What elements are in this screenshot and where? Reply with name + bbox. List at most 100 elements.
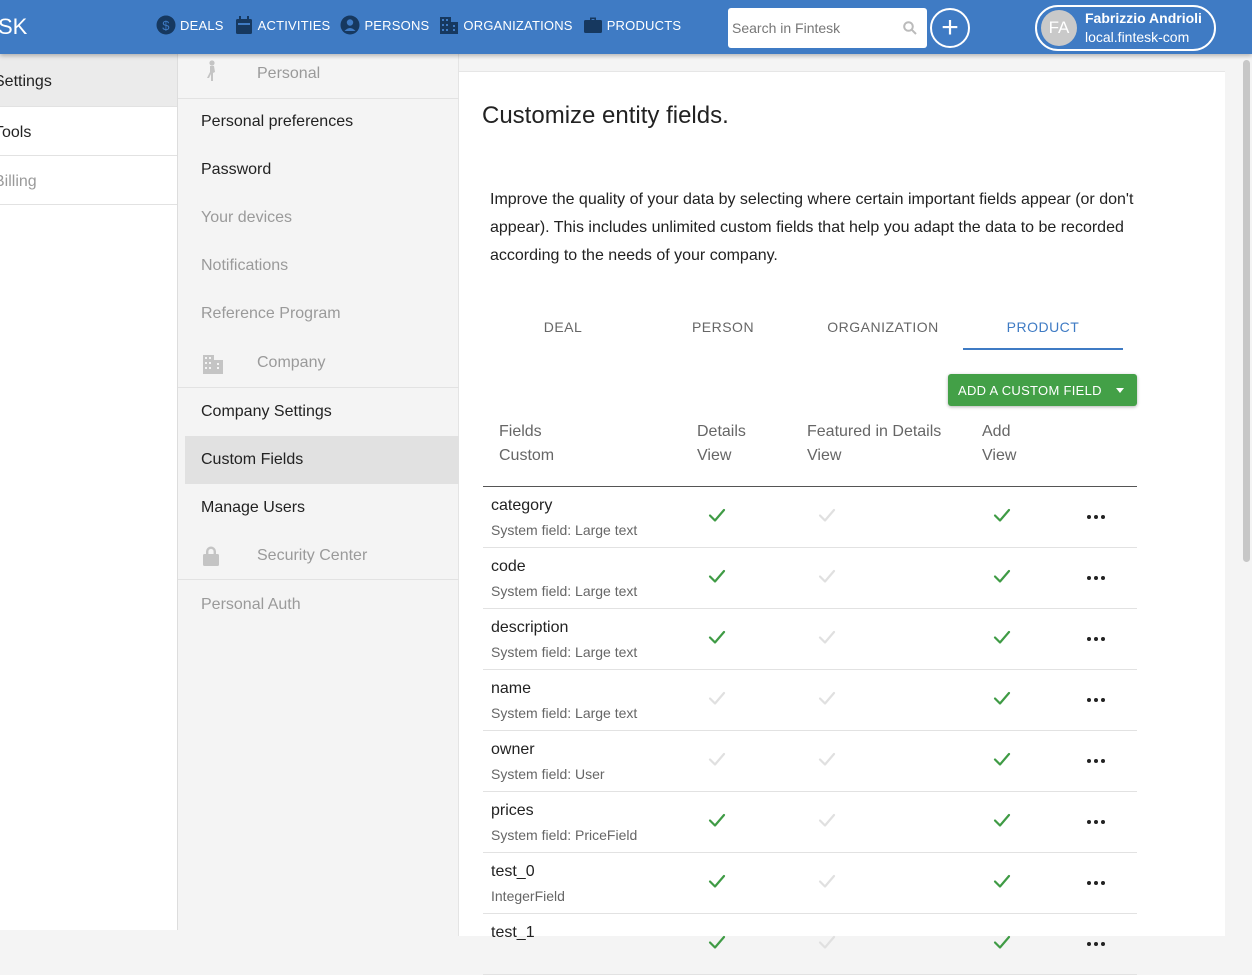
user-org: local.fintesk-com <box>1085 29 1190 45</box>
menu-item-personal-auth[interactable]: Personal Auth <box>178 596 459 614</box>
details-view-check-icon[interactable] <box>707 688 727 708</box>
details-view-check-icon[interactable] <box>707 810 727 830</box>
nav-persons[interactable]: PERSONS <box>340 15 429 35</box>
featured-view-check-icon[interactable] <box>817 505 837 525</box>
column-details-line2: View <box>697 447 732 464</box>
featured-view-check-icon[interactable] <box>817 627 837 647</box>
nav-deals[interactable]: $ DEALS <box>156 15 224 35</box>
dollar-icon: $ <box>156 15 176 35</box>
search-icon[interactable] <box>903 21 917 35</box>
more-options-icon[interactable] <box>1087 509 1105 525</box>
tab-product[interactable]: PRODUCT <box>963 306 1123 350</box>
sidebar-item-tools[interactable]: Tools <box>0 107 177 156</box>
menu-item-notifications[interactable]: Notifications <box>178 257 459 275</box>
details-view-check-icon[interactable] <box>707 932 727 952</box>
building-icon <box>440 17 459 34</box>
featured-view-check-icon[interactable] <box>817 810 837 830</box>
featured-view-check-icon[interactable] <box>817 932 837 952</box>
main-nav: $ DEALS ACTIVITIES PERSONS ORGANIZATIONS… <box>156 15 681 35</box>
field-name: prices <box>491 802 534 819</box>
menu-item-reference-program[interactable]: Reference Program <box>178 305 459 323</box>
tab-organization[interactable]: ORGANIZATION <box>803 306 963 350</box>
more-options-icon[interactable] <box>1087 570 1105 586</box>
column-add-line1: Add <box>982 423 1011 440</box>
add-view-check-icon[interactable] <box>992 627 1012 647</box>
svg-text:$: $ <box>162 18 170 33</box>
more-options-icon[interactable] <box>1087 875 1105 891</box>
column-details-line1: Details <box>697 423 746 440</box>
nav-products[interactable]: PRODUCTS <box>583 15 682 35</box>
table-row: code System field: Large text <box>483 548 1137 609</box>
tab-person[interactable]: PERSON <box>643 306 803 350</box>
menu-item-company-settings[interactable]: Company Settings <box>178 403 459 421</box>
nav-activities[interactable]: ACTIVITIES <box>234 15 331 35</box>
add-view-check-icon[interactable] <box>992 810 1012 830</box>
add-view-check-icon[interactable] <box>992 505 1012 525</box>
menu-item-personal-preferences[interactable]: Personal preferences <box>178 113 459 131</box>
app-logo[interactable]: SK <box>0 14 27 40</box>
featured-view-check-icon[interactable] <box>817 688 837 708</box>
add-view-check-icon[interactable] <box>992 932 1012 952</box>
field-type: IntegerField <box>491 888 565 904</box>
nav-persons-label: PERSONS <box>364 17 430 33</box>
fields-table-body: category System field: Large text code Syst… <box>483 487 1137 975</box>
featured-view-check-icon[interactable] <box>817 749 837 769</box>
column-details-view: Details View <box>697 420 746 468</box>
more-options-icon[interactable] <box>1087 692 1105 708</box>
search-box <box>728 8 927 48</box>
add-view-check-icon[interactable] <box>992 688 1012 708</box>
main-panel: Customize entity fields. Improve the qua… <box>459 54 1225 975</box>
nav-organizations-label: ORGANIZATIONS <box>463 17 573 33</box>
add-custom-field-button[interactable]: ADD A CUSTOM FIELD <box>948 374 1137 406</box>
add-view-check-icon[interactable] <box>992 749 1012 769</box>
caret-down-icon[interactable] <box>1115 387 1124 393</box>
featured-view-check-icon[interactable] <box>817 566 837 586</box>
building-icon <box>203 355 223 374</box>
entity-tabs: DEAL PERSON ORGANIZATION PRODUCT <box>483 306 1123 350</box>
nav-organizations[interactable]: ORGANIZATIONS <box>439 15 572 35</box>
more-options-icon[interactable] <box>1087 814 1105 830</box>
table-row: description System field: Large text <box>483 609 1137 670</box>
briefcase-icon <box>583 17 602 33</box>
menu-item-custom-fields[interactable]: Custom Fields <box>185 436 459 484</box>
more-options-icon[interactable] <box>1087 936 1105 952</box>
column-fields-line1: Fields <box>499 423 542 440</box>
sidebar-bottom-edge <box>0 930 178 936</box>
details-view-check-icon[interactable] <box>707 566 727 586</box>
column-featured-view: Featured in Details View <box>807 420 941 468</box>
add-view-check-icon[interactable] <box>992 566 1012 586</box>
calendar-icon <box>235 16 252 34</box>
menu-item-password[interactable]: Password <box>178 161 459 179</box>
more-options-icon[interactable] <box>1087 753 1105 769</box>
details-view-check-icon[interactable] <box>707 505 727 525</box>
more-options-icon[interactable] <box>1087 631 1105 647</box>
field-type: System field: User <box>491 766 605 782</box>
main-top-strip <box>459 54 1225 72</box>
column-featured-line2: View <box>807 447 842 464</box>
menu-section-personal-label: Personal <box>257 65 321 82</box>
person-icon <box>340 15 360 35</box>
menu-item-manage-users[interactable]: Manage Users <box>178 499 459 517</box>
sidebar-item-settings[interactable]: Settings <box>0 54 177 107</box>
tab-deal[interactable]: DEAL <box>483 306 643 350</box>
details-view-check-icon[interactable] <box>707 871 727 891</box>
field-type: System field: Large text <box>491 644 638 660</box>
menu-item-your-devices[interactable]: Your devices <box>178 209 459 227</box>
details-view-check-icon[interactable] <box>707 627 727 647</box>
table-row: owner System field: User <box>483 731 1137 792</box>
search-input[interactable] <box>732 20 892 36</box>
featured-view-check-icon[interactable] <box>817 871 837 891</box>
field-type: System field: Large text <box>491 522 638 538</box>
field-type: System field: Large text <box>491 583 638 599</box>
field-name: owner <box>491 741 535 758</box>
user-menu[interactable]: FA Fabrizzio Andrioli local.fintesk-com <box>1035 5 1216 51</box>
add-view-check-icon[interactable] <box>992 871 1012 891</box>
details-view-check-icon[interactable] <box>707 749 727 769</box>
column-fields-line2: Custom <box>499 447 555 464</box>
sidebar-item-billing[interactable]: Billing <box>0 156 177 205</box>
quick-add-button[interactable]: + <box>930 8 970 48</box>
top-bar: SK $ DEALS ACTIVITIES PERSONS ORGANIZATI… <box>0 0 1252 54</box>
add-custom-field-label: ADD A CUSTOM FIELD <box>958 382 1102 398</box>
scrollbar[interactable] <box>1243 60 1250 562</box>
table-row: prices System field: PriceField <box>483 792 1137 853</box>
